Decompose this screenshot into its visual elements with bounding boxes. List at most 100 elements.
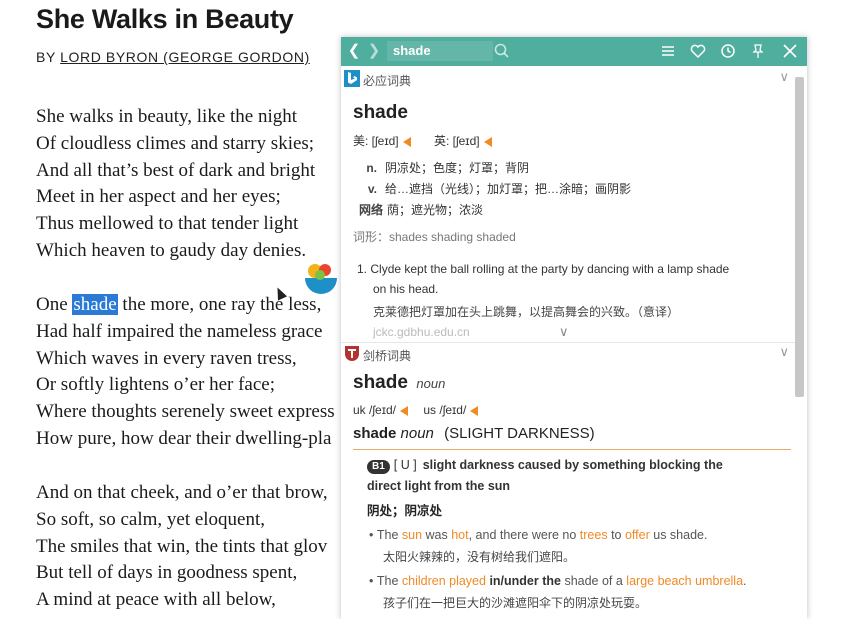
ex-link[interactable]: children played (402, 574, 486, 588)
close-icon[interactable] (781, 42, 799, 60)
translate-bowl-icon[interactable] (299, 256, 343, 300)
ex-link[interactable]: large beach umbrella (626, 574, 743, 588)
def-text: 给…遮挡（光线）；加灯罩；把…涂暗；画阴影 (385, 182, 632, 196)
ex-text: . (743, 574, 747, 588)
example-en: Clyde kept the ball rolling at the party… (370, 262, 730, 276)
poem-line: The smiles that win, the tints that glov (36, 535, 328, 557)
guide-word: shade (353, 425, 397, 442)
ex-link[interactable]: offer (625, 528, 650, 542)
line-text: One (36, 294, 73, 315)
poem-line: Which waves in every raven tress, (36, 347, 297, 369)
search-icon[interactable] (493, 42, 511, 60)
ex-text: The (376, 528, 402, 542)
ex-link[interactable]: sun (402, 528, 422, 542)
selected-word[interactable]: shade (72, 294, 118, 315)
section-divider (353, 449, 791, 450)
byline-prefix: BY (36, 49, 61, 65)
ex-text: us shade. (649, 528, 708, 542)
uk-label: uk (353, 403, 366, 417)
definition-text: slight darkness caused by something bloc… (422, 458, 723, 472)
speaker-icon[interactable] (399, 405, 408, 416)
cambridge-section-header[interactable]: 剑桥词典 ∨ (341, 342, 795, 365)
cn-definition: 阴处；阴凉处 (367, 504, 443, 518)
poem-line: She walks in beauty, like the night (36, 106, 298, 127)
example-cn-text: 克莱德把灯罩加在头上跳舞，以提高舞会的兴致。 (373, 305, 638, 319)
poem-line: Had half impaired the nameless grace (36, 320, 323, 342)
back-arrow-icon[interactable]: ❮ (345, 42, 363, 60)
example-en-cont: on his head. (373, 282, 439, 296)
author-link[interactable]: LORD BYRON (GEORGE GORDON) (60, 49, 310, 65)
bing-section-title: 必应词典 (363, 74, 412, 88)
stanza-1: She walks in beauty, like the night Of c… (36, 104, 315, 265)
cambridge-headword: shade (353, 372, 408, 393)
ex-text: shade of a (560, 574, 627, 588)
cambridge-logo-icon (345, 346, 359, 361)
ex-text: to (607, 528, 625, 542)
bing-logo-icon (344, 70, 360, 87)
chevron-down-icon[interactable]: ∨ (779, 344, 789, 360)
speaker-icon[interactable] (402, 136, 411, 147)
us-ipa: /ʃeɪd/ (439, 403, 467, 417)
ex-link[interactable]: trees (580, 528, 608, 542)
example-2: • The children played in/under the shade… (369, 574, 747, 588)
bullet: • (369, 528, 377, 542)
forward-arrow-icon[interactable]: ❯ (365, 42, 383, 60)
bing-headword: shade (353, 102, 408, 123)
example-1-cn: 太阳火辣辣的，没有树给我们遮阳。 (383, 550, 576, 564)
def-pos: 网络 (358, 203, 383, 217)
poem-line: So soft, so calm, yet eloquent, (36, 508, 266, 530)
speaker-icon[interactable] (470, 405, 479, 416)
def-pos: n. (366, 161, 377, 175)
poem-line: Meet in her aspect and her eyes; (36, 186, 281, 208)
chevron-down-icon[interactable]: ∨ (779, 69, 789, 85)
example-cn-note: （意译） (637, 305, 680, 319)
history-icon[interactable] (719, 42, 737, 60)
us-phonetic: 美: [ʃeɪd] (353, 134, 399, 148)
dictionary-popup: ❮ ❯ shade 必应词典 ∨ shade 美: [ʃeɪd] 英: [ʃeɪ… (341, 37, 807, 619)
cambridge-headword-row: shade noun (353, 372, 445, 394)
poem-line: Which heaven to gaudy day denies. (36, 239, 307, 261)
expand-chevron-icon[interactable]: ∨ (559, 324, 569, 340)
ex-text: The (376, 574, 402, 588)
level-badge: B1 (367, 460, 390, 474)
query-input[interactable]: shade (387, 41, 493, 61)
stanza-2: One shade the more, one ray the less, Ha… (36, 292, 335, 453)
speaker-icon[interactable] (483, 136, 492, 147)
def-text: 阴凉处；色度；灯罩；背阴 (385, 161, 530, 175)
poem-line: A mind at peace with all below, (36, 589, 276, 611)
heart-icon[interactable] (689, 42, 707, 60)
ex-text: , and there were no (468, 528, 580, 542)
example-number: 1. (357, 262, 368, 276)
def-pos: v. (367, 182, 377, 196)
poem-title: She Walks in Beauty (36, 4, 294, 34)
uk-ipa: /ʃeɪd/ (369, 403, 396, 417)
bing-def-row: v. 给…遮挡（光线）；加灯罩；把…涂暗；画阴影 (353, 180, 631, 198)
example-cn: 克莱德把灯罩加在头上跳舞，以提高舞会的兴致。（意译） (373, 303, 679, 320)
ex-text: was (422, 528, 452, 542)
popup-toolbar: ❮ ❯ shade (341, 37, 807, 66)
guide-meaning: (SLIGHT DARKNESS) (444, 425, 595, 442)
bing-def-row: 网络 荫；遮光物；浓淡 (353, 201, 483, 219)
guide-pos: noun (400, 425, 434, 442)
bing-section-header[interactable]: 必应词典 ∨ (341, 68, 795, 90)
definition-line-2: direct light from the sun (367, 479, 511, 493)
grammar-code: [ U ] (393, 458, 417, 472)
uk-phonetic: 英: [ʃeɪd] (433, 134, 480, 148)
ex-link[interactable]: hot (451, 528, 468, 542)
poem-line: Thus mellowed to that tender light (36, 213, 299, 235)
cambridge-pos: noun (416, 376, 446, 391)
example-sentence: 1. Clyde kept the ball rolling at the pa… (357, 259, 729, 279)
bing-pronunciation: 美: [ʃeɪd] 英: [ʃeɪd] (353, 132, 496, 149)
scrollbar[interactable] (795, 77, 804, 397)
ex-phrase: in/under the (485, 574, 561, 588)
us-label: us (423, 403, 437, 417)
menu-icon[interactable] (659, 42, 677, 60)
cambridge-pronunciation: uk /ʃeɪd/ us /ʃeɪd/ (353, 403, 482, 417)
stanza-3: And on that cheek, and o’er that brow, S… (36, 480, 328, 614)
poem-line: Of cloudless climes and starry skies; (36, 132, 315, 154)
poem-line: Or softly lightens o’er her face; (36, 374, 275, 396)
example-1: • The sun was hot, and there were no tre… (369, 528, 707, 542)
pin-icon[interactable] (749, 42, 767, 60)
bullet: • (369, 574, 377, 588)
poem-line: And on that cheek, and o’er that brow, (36, 482, 328, 503)
